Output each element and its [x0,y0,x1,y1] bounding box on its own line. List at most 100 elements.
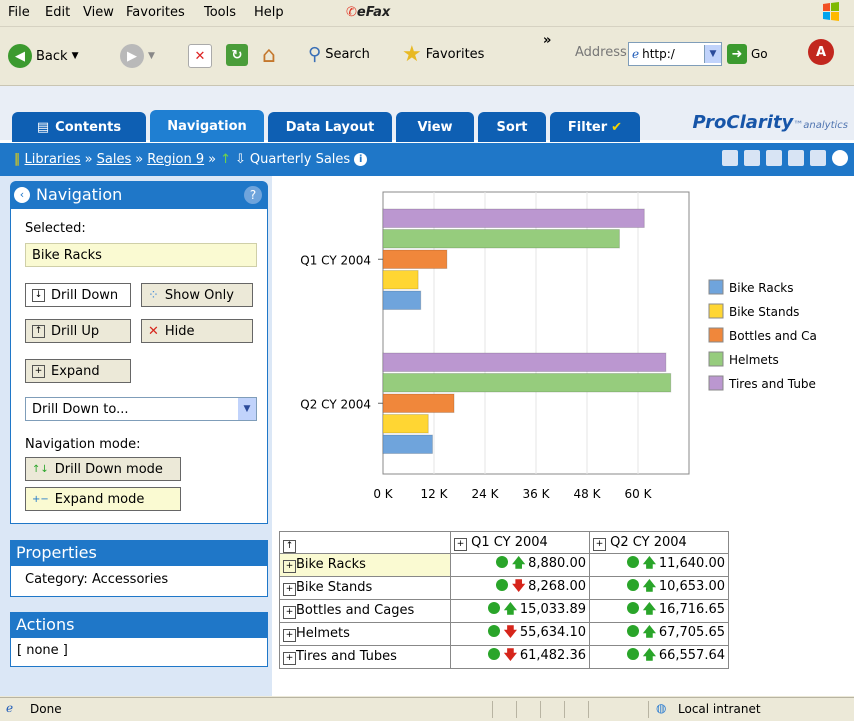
table-cell[interactable]: 🡅 67,705.65 [589,622,729,646]
pivot-col-header[interactable]: + Q2 CY 2004 [589,531,729,554]
status-divider [648,701,649,718]
actions-header[interactable]: Actions [10,612,268,637]
table-cell[interactable]: 🡇 55,634.10 [450,622,590,646]
drill-up-icon[interactable]: ↑ [283,540,296,553]
menu-file[interactable]: File [8,5,30,20]
brand-sub: analytics [803,120,848,131]
expand-icon[interactable]: + [283,606,296,619]
back-button[interactable]: ◀ Back ▼ [8,44,78,68]
toolbar-overflow-icon[interactable]: » [543,33,551,48]
export-icon[interactable] [766,150,782,166]
undo-icon[interactable] [810,150,826,166]
tab-sort[interactable]: Sort [478,112,546,142]
trend-up-icon: 🡅 [642,579,657,594]
drill-down-icon: ↓ [32,288,45,302]
hide-button[interactable]: ✕ Hide [141,319,253,343]
cell-value: 11,640.00 [658,556,725,571]
help-icon[interactable]: ? [244,185,262,204]
tab-data-layout[interactable]: Data Layout [268,112,392,142]
table-cell[interactable]: 🡇 61,482.36 [450,645,590,669]
row-header[interactable]: + Bike Racks [279,553,451,577]
navigation-title: Navigation [36,185,123,204]
x-tick-label: 60 K [625,487,653,501]
publish-icon[interactable] [788,150,804,166]
table-cell[interactable]: 🡅 8,880.00 [450,553,590,577]
table-cell[interactable]: 🡇 8,268.00 [450,576,590,600]
collapse-icon[interactable]: ‹ [14,186,30,203]
expand-icon[interactable]: + [593,537,606,551]
info-icon[interactable]: i [354,153,368,166]
go-arrow-icon: ➜ [727,44,747,64]
go-button[interactable]: ➜ Go [727,44,768,64]
brand-name: ProClarity [692,112,794,133]
properties-header[interactable]: Properties [10,540,268,565]
ie-page-icon: ℯ [632,47,640,61]
x-tick-label: 24 K [472,487,500,501]
table-cell[interactable]: 🡅 66,557.64 [589,645,729,669]
help-icon[interactable] [832,150,848,166]
table-cell[interactable]: 🡅 10,653.00 [589,576,729,600]
cell-value: 8,268.00 [528,579,586,594]
breadcrumb-region[interactable]: Region 9 [147,152,204,167]
status-dot-icon [495,556,508,568]
tab-contents[interactable]: ▤ Contents [12,112,146,142]
bar [382,270,419,290]
search-button[interactable]: ⚲ Search [308,44,370,65]
legend-label: Bike Stands [729,305,799,319]
chevron-down-icon[interactable]: ▼ [704,45,721,63]
forward-arrow-icon: ▶ [120,44,144,68]
table-cell[interactable]: 🡅 15,033.89 [450,599,590,623]
menu-help[interactable]: Help [254,5,284,20]
bar-chart: 0 K 12 K 24 K 36 K 48 K 60 K Q1 CY 2004 Q2 CY 2… [277,176,854,520]
expand-button[interactable]: + Expand [25,359,131,383]
pivot-col-header[interactable]: + Q1 CY 2004 [450,531,590,554]
expand-icon[interactable]: + [283,629,296,642]
cell-value: 8,880.00 [528,556,586,571]
efax-button[interactable]: ✆eFax [346,5,390,20]
menu-tools[interactable]: Tools [204,5,236,20]
drill-down-mode-button[interactable]: ↑↓ Drill Down mode [25,457,181,481]
expand-icon[interactable]: + [454,537,467,551]
row-header[interactable]: + Helmets [279,622,451,646]
expand-mode-button[interactable]: +− Expand mode [25,487,181,511]
address-bar[interactable]: ℯ http:/ ▼ [628,42,722,66]
save-view-icon[interactable] [722,150,738,166]
menu-favorites[interactable]: Favorites [126,5,185,20]
pivot-header-row: ↑ + Q1 CY 2004 + Q2 CY 2004 [279,531,729,554]
expand-icon[interactable]: + [283,652,296,665]
refresh-button[interactable]: ↻ [226,44,248,66]
drill-up-button[interactable]: ↑ Drill Up [25,319,131,343]
print-icon[interactable] [744,150,760,166]
breadcrumb-sales[interactable]: Sales [97,152,132,167]
show-only-label: Show Only [164,287,234,303]
table-cell[interactable]: 🡅 11,640.00 [589,553,729,577]
home-button[interactable]: ⌂ [262,43,276,68]
row-header[interactable]: + Bike Stands [279,576,451,600]
up-arrow-icon[interactable]: ↑ [220,152,231,167]
pdf-button[interactable]: A [808,39,834,65]
expand-icon[interactable]: + [283,583,296,596]
down-arrow-icon[interactable]: ⇩ [235,152,246,167]
navigation-panel: Selected: Bike Racks ↓ Drill Down ⁘ Show O… [10,208,268,524]
menu-edit[interactable]: Edit [45,5,70,20]
row-label: Bike Stands [296,580,373,595]
favorites-button[interactable]: ★ Favorites [402,42,484,67]
tab-navigation[interactable]: Navigation [150,110,264,142]
tab-view[interactable]: View [396,112,474,142]
stop-button[interactable]: ✕ [188,44,212,68]
tab-filter[interactable]: Filter ✔ [550,112,640,142]
row-header[interactable]: + Bottles and Cages [279,599,451,623]
row-header[interactable]: + Tires and Tubes [279,645,451,669]
menu-view[interactable]: View [83,5,114,20]
table-cell[interactable]: 🡅 16,716.65 [589,599,729,623]
expand-icon[interactable]: + [283,560,296,573]
drill-down-mode-label: Drill Down mode [54,461,163,477]
expand-label: Expand [51,363,100,379]
drill-down-button[interactable]: ↓ Drill Down [25,283,131,307]
breadcrumb-libraries[interactable]: Libraries [25,152,81,167]
drill-down-to-select[interactable]: Drill Down to... ▼ [25,397,257,421]
cell-value: 55,634.10 [519,625,586,640]
show-only-button[interactable]: ⁘ Show Only [141,283,253,307]
forward-button[interactable]: ▶ ▼ [120,44,155,68]
table-row: + Tires and Tubes 🡇 61,482.36 🡅 66,557.64 [279,645,729,669]
